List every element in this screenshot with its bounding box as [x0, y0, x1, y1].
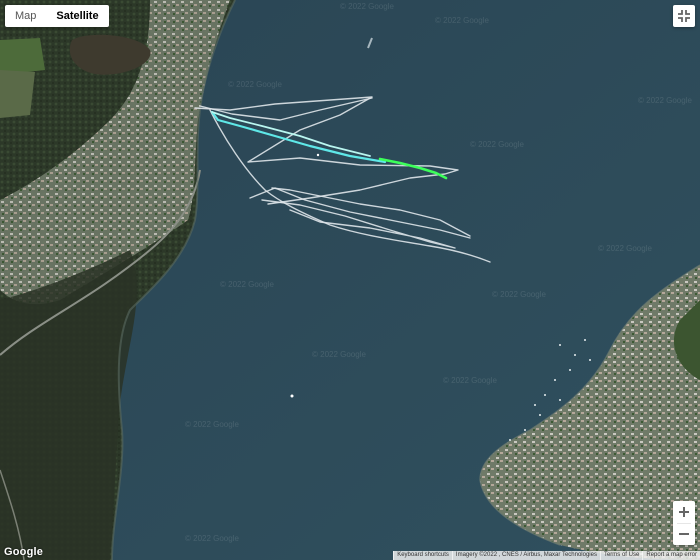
fullscreen-exit-icon	[678, 10, 690, 22]
imagery-credit: Imagery ©2022 , CNES / Airbus, Maxar Tec…	[451, 551, 600, 560]
terms-link[interactable]: Terms of Use	[599, 551, 643, 560]
keyboard-shortcuts-link[interactable]: Keyboard shortcuts	[393, 551, 452, 560]
attribution-bar: Keyboard shortcuts Imagery ©2022 , CNES …	[393, 551, 700, 560]
map-button[interactable]: Map	[5, 5, 46, 27]
zoom-in-button[interactable]	[673, 502, 695, 523]
report-error-link[interactable]: Report a map error	[642, 551, 700, 560]
track-cyan-light	[211, 111, 371, 157]
map-canvas[interactable]: © 2022 Google © 2022 Google © 2022 Googl…	[0, 0, 700, 560]
track-white	[249, 187, 471, 239]
plus-icon	[679, 507, 689, 517]
zoom-control	[673, 501, 695, 545]
zoom-out-button[interactable]	[673, 524, 695, 545]
map-type-control: Map Satellite	[5, 5, 109, 27]
google-logo: Google	[4, 546, 44, 558]
fullscreen-button[interactable]	[673, 5, 695, 27]
track-overlay	[194, 96, 491, 263]
minus-icon	[679, 533, 689, 535]
satellite-button[interactable]: Satellite	[46, 5, 108, 27]
track-white	[209, 109, 491, 263]
